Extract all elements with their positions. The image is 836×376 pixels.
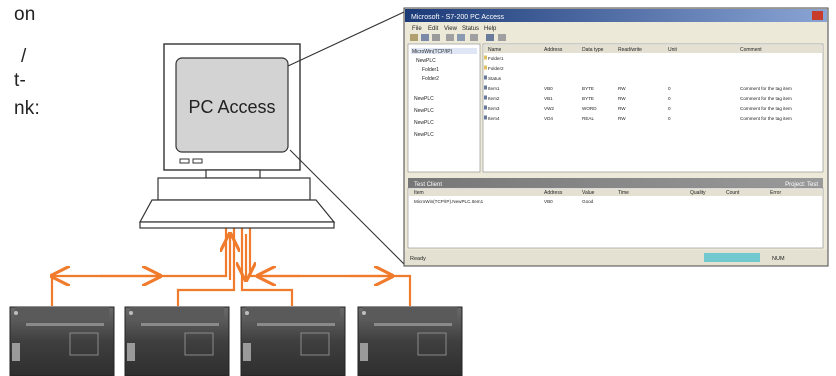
bus-left-arrow: [52, 228, 228, 276]
table-cell[interactable]: Item1: [488, 86, 500, 91]
table-cell[interactable]: RW: [618, 106, 626, 111]
low-col-count[interactable]: Count: [726, 190, 740, 196]
low-col-error[interactable]: Error: [770, 190, 781, 196]
table-cell[interactable]: WORD: [582, 106, 597, 111]
lower-panel: [407, 187, 824, 249]
row-icon: [484, 115, 487, 120]
pc-monitor-icon: PC Access: [138, 11, 405, 265]
lower-cell[interactable]: Good: [582, 199, 594, 204]
col-rw[interactable]: Read/write: [618, 47, 642, 53]
col-comment[interactable]: Comment: [740, 47, 762, 53]
row-icon: [484, 55, 487, 60]
table-cell[interactable]: Item2: [488, 96, 500, 101]
table-cell[interactable]: Item3: [488, 106, 500, 111]
screenshot-window: Microsoft - S7-200 PC Access File Edit V…: [403, 7, 829, 267]
table-cell[interactable]: Status: [488, 76, 502, 81]
table-cell[interactable]: RW: [618, 96, 626, 101]
tree-item-1[interactable]: NewPLC: [416, 58, 436, 64]
row-icon: [484, 105, 487, 110]
connection-lines: [52, 228, 412, 306]
tree-item-4[interactable]: NewPLC: [414, 96, 434, 102]
tree-item-7[interactable]: NewPLC: [414, 132, 434, 138]
lower-panel-title: Test Client: [414, 182, 442, 188]
table-cell[interactable]: RW: [618, 116, 626, 121]
status-progress: [704, 253, 760, 262]
table-cell[interactable]: Comment for the tag item: [740, 116, 792, 121]
tree-item-3[interactable]: Folder2: [422, 76, 439, 82]
plc-module-icon-2: [124, 306, 230, 376]
table-cell[interactable]: VD4: [544, 116, 553, 121]
monitor-label: PC Access: [188, 97, 275, 117]
table-cell[interactable]: Folder1: [488, 56, 504, 61]
col-name[interactable]: Name: [488, 47, 502, 53]
menu-view[interactable]: View: [444, 26, 458, 32]
table-cell[interactable]: Comment for the tag item: [740, 106, 792, 111]
table-cell[interactable]: Comment for the tag item: [740, 96, 792, 101]
table-header: Name Address Data type Read/write Unit C…: [484, 45, 822, 53]
menu-file[interactable]: File: [412, 26, 422, 32]
table-cell[interactable]: REAL: [582, 116, 594, 121]
table-cell[interactable]: VB0: [544, 86, 553, 91]
table-cell[interactable]: Folder2: [488, 66, 504, 71]
table-cell[interactable]: VB1: [544, 96, 553, 101]
network-diagram: PC Access Microsoft - S7-200 PC Access F…: [9, 7, 829, 376]
low-col-value[interactable]: Value: [582, 190, 595, 196]
row-icon: [484, 85, 487, 90]
low-col-quality[interactable]: Quality: [690, 190, 706, 196]
low-col-item[interactable]: Item: [414, 190, 424, 196]
tree-item-0[interactable]: MicroWin(TCP/IP): [412, 49, 453, 55]
menu-help[interactable]: Help: [484, 26, 497, 32]
lower-header: Item Address Value Time Quality Count Er…: [409, 189, 822, 196]
table-cell[interactable]: 0: [668, 106, 671, 111]
table-cell[interactable]: 0: [668, 96, 671, 101]
table-cell[interactable]: VW2: [544, 106, 554, 111]
low-col-time[interactable]: Time: [618, 190, 629, 196]
text-fragment-1: on: [14, 4, 36, 25]
tree-item-6[interactable]: NewPLC: [414, 120, 434, 126]
status-right: NUM: [772, 256, 785, 262]
row-icon: [484, 75, 487, 80]
text-fragment-3: t-: [14, 70, 27, 91]
plc-row: [9, 306, 463, 376]
table-cell[interactable]: BYTE: [582, 96, 594, 101]
row-icon: [484, 95, 487, 100]
text-fragment-4: nk:: [14, 98, 40, 119]
plc-module-icon-1: [9, 306, 115, 376]
col-address[interactable]: Address: [544, 47, 563, 53]
plc-module-icon-4: [357, 306, 463, 376]
low-col-address[interactable]: Address: [544, 190, 563, 196]
toolbar: [410, 34, 506, 41]
tree-item-5[interactable]: NewPLC: [414, 108, 434, 114]
table-cell[interactable]: 0: [668, 116, 671, 121]
lower-panel-right: Project: Test: [785, 182, 818, 188]
plc-module-icon-3: [240, 306, 346, 376]
tree-item-2[interactable]: Folder1: [422, 67, 439, 73]
col-unit[interactable]: Unit: [668, 47, 678, 53]
table-cell[interactable]: Item4: [488, 116, 500, 121]
status-bar: [405, 250, 827, 265]
window-close-button[interactable]: [812, 11, 823, 20]
lower-panel-title-bar: [408, 178, 823, 188]
menu-status[interactable]: Status: [462, 26, 479, 32]
menu-edit[interactable]: Edit: [428, 26, 439, 32]
col-type[interactable]: Data type: [582, 47, 604, 53]
table-cell[interactable]: RW: [618, 86, 626, 91]
text-fragment-2: /: [21, 46, 27, 67]
window-title: Microsoft - S7-200 PC Access: [411, 14, 504, 21]
lower-cell[interactable]: MicroWin(TCP/IP).NewPLC.Item1: [414, 199, 484, 204]
table-cell[interactable]: 0: [668, 86, 671, 91]
table-cell[interactable]: BYTE: [582, 86, 594, 91]
status-left: Ready: [410, 256, 426, 262]
lower-cell[interactable]: VB0: [544, 199, 553, 204]
table-cell[interactable]: Comment for the tag item: [740, 86, 792, 91]
bus-right: [248, 228, 412, 306]
row-icon: [484, 65, 487, 70]
